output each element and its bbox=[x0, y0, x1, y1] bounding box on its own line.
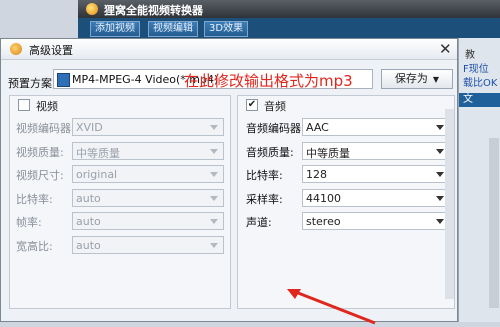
setting-dropdown[interactable]: AAC bbox=[302, 118, 450, 136]
setting-dropdown[interactable]: stereo bbox=[302, 212, 450, 230]
setting-value: 中等质量 bbox=[76, 146, 120, 160]
chevron-down-icon bbox=[210, 219, 218, 224]
chevron-down-icon bbox=[436, 125, 444, 130]
setting-value: 中等质量 bbox=[306, 146, 350, 160]
setting-value: auto bbox=[76, 215, 101, 228]
setting-label: 视频尺寸: bbox=[16, 169, 64, 182]
setting-label: 声道: bbox=[246, 216, 272, 229]
right-panel-link[interactable]: 载比OK bbox=[463, 74, 497, 89]
chevron-down-icon bbox=[210, 195, 218, 201]
setting-dropdown[interactable]: auto bbox=[72, 212, 224, 230]
setting-label: 音频质量: bbox=[246, 145, 294, 159]
app-logo-icon bbox=[86, 3, 98, 15]
chevron-down-icon bbox=[210, 242, 218, 248]
preset-select[interactable]: MP4-MPEG-4 Video(*.mp4) 在此修改输出格式为mp3 bbox=[53, 69, 373, 90]
setting-label: 音频编码器: bbox=[246, 122, 305, 135]
setting-label: 比特率: bbox=[16, 192, 53, 206]
chevron-down-icon bbox=[210, 125, 218, 130]
app-right-panel: 教 F现位 载比OK 文 bbox=[458, 38, 500, 322]
setting-value: stereo bbox=[306, 215, 341, 228]
chevron-down-icon bbox=[436, 195, 444, 201]
audio-checkbox[interactable]: ✔ bbox=[246, 99, 258, 111]
setting-value: AAC bbox=[306, 121, 329, 134]
setting-dropdown[interactable]: original bbox=[72, 165, 224, 183]
chevron-down-icon bbox=[436, 219, 444, 224]
setting-dropdown[interactable]: auto bbox=[72, 188, 224, 207]
setting-dropdown[interactable]: 中等质量 bbox=[72, 141, 224, 160]
advanced-settings-dialog: 高级设置 ✕ 预置方案: MP4-MPEG-4 Video(*.mp4) 在此修… bbox=[0, 38, 458, 325]
setting-value: XVID bbox=[76, 121, 103, 134]
setting-dropdown[interactable]: 128 bbox=[302, 165, 450, 183]
chevron-down-icon bbox=[436, 172, 444, 177]
right-panel-scrollbar[interactable] bbox=[489, 138, 499, 308]
chevron-down-icon bbox=[210, 172, 218, 177]
audio-settings-panel: ✔ 音频 音频编码器: AAC 音频质量: 中等质量比特率: 128 采样率: 44100 声… bbox=[237, 95, 455, 309]
add-video-button[interactable]: 添加视频 bbox=[90, 21, 140, 37]
audio-panel-title: 音频 bbox=[264, 100, 286, 113]
annotation-text: 在此修改输出格式为mp3 bbox=[184, 72, 353, 90]
3d-effect-button[interactable]: 3D效果 bbox=[204, 21, 249, 37]
setting-dropdown[interactable]: 44100 bbox=[302, 188, 450, 207]
setting-label: 视频编码器: bbox=[16, 122, 75, 135]
video-settings-panel: 视频 视频编码器: XVID 视频质量: 中等质量 视频尺寸: original 比特率: a… bbox=[9, 95, 231, 309]
setting-label: 帧率: bbox=[16, 216, 42, 229]
save-as-label: 保存为 bbox=[394, 72, 428, 85]
dialog-scrollbar[interactable] bbox=[445, 109, 454, 299]
video-format-icon bbox=[57, 73, 70, 87]
app-toolbar: 添加视频 视频编辑 3D效果 bbox=[78, 18, 500, 38]
dialog-logo-icon bbox=[10, 43, 22, 55]
video-edit-button[interactable]: 视频编辑 bbox=[148, 21, 198, 37]
dialog-title-bar: 高级设置 ✕ bbox=[1, 39, 457, 60]
setting-dropdown[interactable]: 中等质量 bbox=[302, 141, 450, 160]
setting-label: 视频质量: bbox=[16, 145, 64, 159]
setting-value: auto bbox=[76, 238, 101, 252]
right-panel-label: 教 bbox=[465, 50, 475, 61]
chevron-down-icon bbox=[210, 148, 218, 154]
setting-value: original bbox=[76, 168, 118, 181]
setting-label: 采样率: bbox=[246, 192, 283, 206]
app-title-bar: 狸窝全能视频转换器 bbox=[78, 0, 500, 18]
video-checkbox[interactable] bbox=[18, 99, 30, 111]
save-as-button[interactable]: 保存为 ▼ bbox=[381, 69, 453, 89]
setting-value: auto bbox=[76, 191, 101, 205]
preset-label: 预置方案: bbox=[8, 77, 56, 90]
setting-label: 比特率: bbox=[246, 169, 283, 182]
app-title: 狸窝全能视频转换器 bbox=[104, 4, 203, 17]
setting-label: 宽高比: bbox=[16, 239, 53, 253]
chevron-down-icon: ▼ bbox=[432, 75, 440, 84]
close-icon[interactable]: ✕ bbox=[439, 40, 452, 58]
setting-dropdown[interactable]: auto bbox=[72, 235, 224, 254]
setting-value: 44100 bbox=[306, 191, 341, 205]
setting-dropdown[interactable]: XVID bbox=[72, 118, 224, 136]
right-panel-link[interactable]: F现位 bbox=[463, 60, 489, 75]
arrow-annotation-icon bbox=[287, 289, 376, 325]
chevron-down-icon bbox=[436, 148, 444, 154]
dialog-title: 高级设置 bbox=[29, 44, 73, 57]
right-panel-strip: 文 bbox=[459, 93, 500, 107]
setting-value: 128 bbox=[306, 168, 327, 181]
video-panel-title: 视频 bbox=[36, 100, 58, 113]
